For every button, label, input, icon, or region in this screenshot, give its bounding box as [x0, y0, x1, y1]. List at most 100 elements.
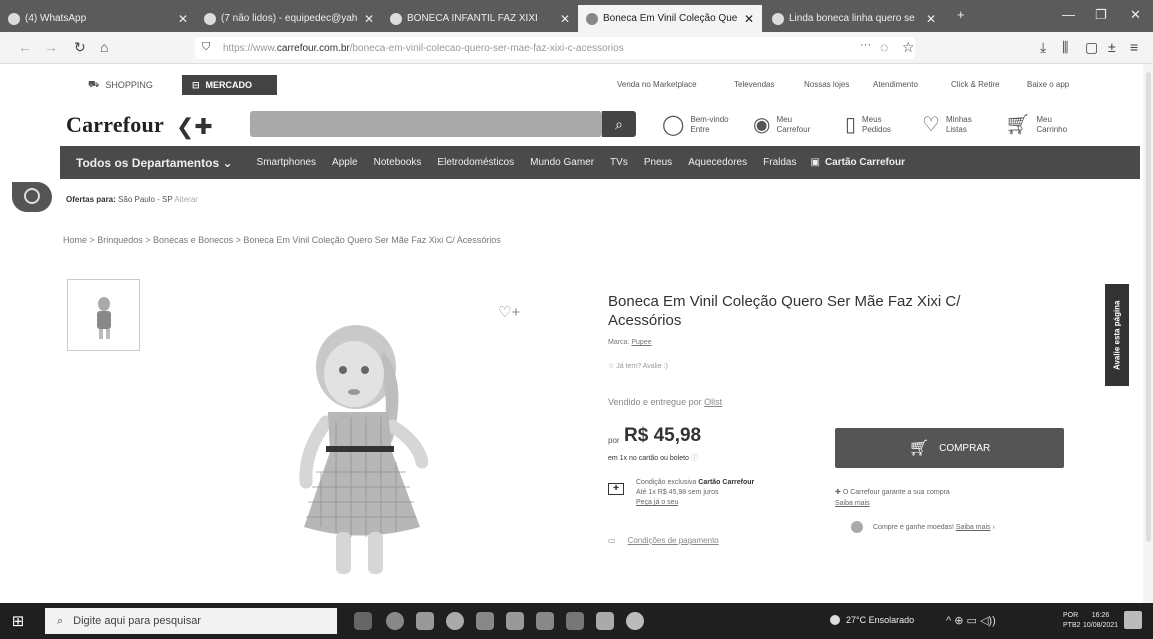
page-scrollbar[interactable]	[1143, 64, 1153, 603]
offers-location: Ofertas para: São Paulo - SP Alterar	[66, 195, 198, 204]
window-close-icon[interactable]: ✕	[1130, 7, 1141, 23]
taskbar-search[interactable]: ⌕ Digite aqui para pesquisar	[45, 608, 337, 634]
location-pin-icon	[24, 188, 40, 204]
shield-icon[interactable]: ⛉	[202, 41, 210, 54]
add-favorite-icon[interactable]: ♡+	[498, 303, 520, 321]
category-notebooks[interactable]: Notebooks	[366, 157, 430, 168]
link-lojas[interactable]: Nossas lojes	[804, 80, 849, 89]
cart-button[interactable]: 🛒︎ Meu Carrinho	[1005, 112, 1067, 137]
purchase-guarantee: ✚ O Carrefour garante a sua compra Saiba…	[835, 489, 950, 507]
maximize-icon[interactable]: ❐	[1095, 7, 1107, 23]
media-icon[interactable]	[596, 612, 614, 630]
guarantee-link[interactable]: Saiba mais	[835, 500, 870, 507]
info-icon[interactable]: ⓘ	[691, 455, 698, 462]
browser-tab-strip: (4) WhatsApp ✕ (7 não lidos) - equipedec…	[0, 0, 1153, 32]
heart-icon: ♡	[922, 114, 940, 136]
sun-icon	[830, 615, 840, 625]
bookmark-star-icon[interactable]: ☆	[902, 39, 915, 56]
tab-linda-boneca[interactable]: Linda boneca linha quero se ✕	[764, 5, 944, 32]
tab-email[interactable]: (7 não lidos) - equipedec@yah ✕	[196, 5, 382, 32]
close-icon[interactable]: ✕	[358, 12, 374, 26]
search-input[interactable]	[250, 111, 602, 137]
pocket-icon[interactable]: ◌	[880, 39, 888, 55]
system-tray-icons[interactable]: ^ ⊕ ▭ ◁))	[946, 614, 996, 627]
feedback-tab[interactable]: Avalie esta página	[1105, 284, 1129, 386]
notification-icon[interactable]	[1124, 611, 1142, 629]
page-icon	[772, 12, 784, 25]
download-icon[interactable]: ⤓	[1040, 39, 1046, 56]
close-icon[interactable]: ✕	[738, 12, 754, 26]
task-view-icon[interactable]	[354, 612, 372, 630]
library-icon[interactable]: ⫼	[1062, 39, 1068, 56]
payment-conditions[interactable]: ▭ Condições de pagamento	[608, 536, 719, 545]
language-indicator[interactable]: POR PTB2	[1063, 611, 1081, 631]
back-icon[interactable]: ←	[18, 39, 32, 55]
windows-start-icon[interactable]: ⊞	[8, 611, 28, 631]
credit-card-icon: ▣	[810, 157, 820, 168]
my-carrefour-button[interactable]: ◉ Meu Carrefour	[753, 112, 810, 137]
change-location-link[interactable]: Alterar	[174, 195, 198, 204]
tab-carrefour-product[interactable]: Boneca Em Vinil Coleção Que ✕	[578, 5, 762, 32]
forward-icon[interactable]: →	[44, 39, 58, 55]
carrefour-logo-icon: ✚	[835, 489, 841, 496]
category-cartao-carrefour[interactable]: ▣ Cartão Carrefour	[810, 157, 904, 168]
weather-widget[interactable]: 27°C Ensolarado	[830, 615, 914, 625]
firefox-icon[interactable]	[386, 612, 404, 630]
search-button[interactable]: ⌕	[602, 111, 636, 137]
tab-boneca-search[interactable]: BONECA INFANTIL FAZ XIXI ✕	[382, 5, 578, 32]
tab-whatsapp[interactable]: (4) WhatsApp ✕	[0, 5, 196, 32]
url-bar[interactable]: https://www. carrefour.com.br/boneca-em-v…	[195, 37, 915, 59]
lists-button[interactable]: ♡ Minhas Listas	[922, 112, 972, 137]
seller-link[interactable]: Olist	[704, 397, 722, 407]
sidebar-icon[interactable]: ▢	[1085, 39, 1098, 56]
rating-prompt[interactable]: ☆ Já tem? Avalie :)	[608, 362, 668, 370]
clock[interactable]: 16:26 10/08/2021	[1083, 611, 1118, 631]
menu-icon[interactable]: ≡	[1130, 39, 1138, 55]
buy-button[interactable]: 🛒︎ COMPRAR	[835, 428, 1064, 468]
excel-icon[interactable]	[506, 612, 524, 630]
orders-button[interactable]: ▯ Meus Pedidos	[845, 112, 891, 137]
close-icon[interactable]: ✕	[920, 12, 936, 26]
breadcrumb[interactable]: Home > Brinquedos > Bonecas e Bonecos > …	[63, 235, 501, 245]
category-smartphones[interactable]: Smartphones	[249, 157, 324, 168]
link-marketplace[interactable]: Venda no Marketplace	[617, 80, 697, 89]
mail-app-icon[interactable]	[416, 612, 434, 630]
category-fraldas[interactable]: Fraldas	[755, 157, 804, 168]
category-apple[interactable]: Apple	[324, 157, 366, 168]
minimize-icon[interactable]: —	[1062, 7, 1075, 22]
extension-icon[interactable]: ±	[1108, 39, 1116, 55]
category-mundo-gamer[interactable]: Mundo Gamer	[522, 157, 602, 168]
word-icon[interactable]	[536, 612, 554, 630]
edge-icon[interactable]	[446, 612, 464, 630]
tab-mercado[interactable]: ⊟ MERCADO	[182, 75, 277, 95]
account-button[interactable]: ◯ Bem-vindo Entre	[662, 112, 729, 137]
more-icon[interactable]: ···	[860, 39, 871, 51]
card-request-link[interactable]: Peça já o seu	[636, 499, 678, 506]
product-thumbnail[interactable]	[67, 279, 140, 351]
link-televendas[interactable]: Televendas	[734, 80, 774, 89]
category-aquecedores[interactable]: Aquecedores	[680, 157, 755, 168]
close-icon[interactable]: ✕	[172, 12, 188, 26]
category-pneus[interactable]: Pneus	[636, 157, 680, 168]
folder-icon[interactable]	[476, 612, 494, 630]
link-atendimento[interactable]: Atendimento	[873, 80, 918, 89]
location-bubble[interactable]	[12, 182, 52, 212]
reload-icon[interactable]: ↻	[74, 39, 86, 56]
home-icon[interactable]: ⌂	[100, 39, 108, 55]
carrefour-logo[interactable]: Carrefour	[66, 112, 164, 138]
new-tab-icon[interactable]: +	[957, 7, 965, 22]
app-icon[interactable]	[626, 612, 644, 630]
link-app[interactable]: Baixe o app	[1027, 80, 1069, 89]
brand-link[interactable]: Pupee	[631, 339, 651, 346]
scrollbar-thumb[interactable]	[1146, 72, 1151, 542]
category-tvs[interactable]: TVs	[602, 157, 636, 168]
chrome-icon[interactable]	[566, 612, 584, 630]
coins-link[interactable]: Saiba mais	[956, 524, 991, 531]
all-departments-menu[interactable]: Todos os Departamentos ⌄	[60, 156, 249, 170]
link-click-retire[interactable]: Click & Retire	[951, 80, 999, 89]
close-icon[interactable]: ✕	[554, 12, 570, 26]
carrefour-badge-icon: ◉	[753, 114, 771, 136]
tab-shopping[interactable]: ⛟ SHOPPING	[78, 75, 163, 95]
category-eletrodomesticos[interactable]: Eletrodomésticos	[429, 157, 522, 168]
site-header: ⛟ SHOPPING ⊟ MERCADO Venda no Marketplac…	[0, 64, 1153, 146]
